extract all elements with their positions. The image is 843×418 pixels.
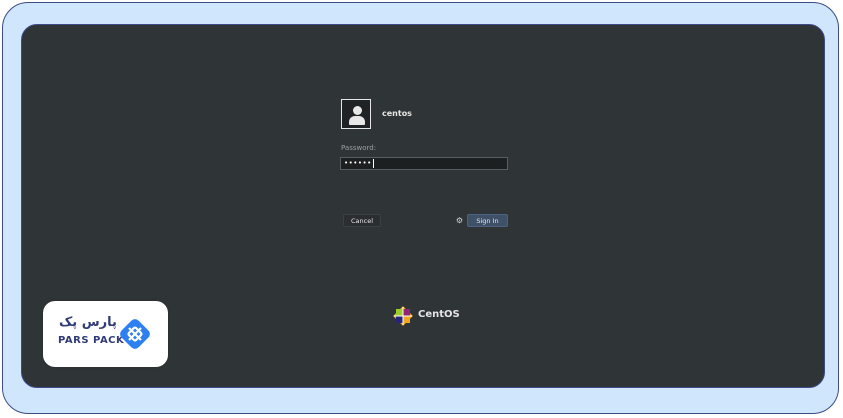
outer-frame: centos Password: •••••• Cancel ⚙ Sign In… [2,2,839,414]
gear-icon[interactable]: ⚙ [455,216,464,225]
centos-wordmark: CentOS [418,309,460,320]
avatar-head [353,106,362,115]
sign-in-button[interactable]: Sign In [467,214,508,227]
password-label: Password: [341,144,377,152]
cancel-button[interactable]: Cancel [343,214,381,227]
text-caret [372,158,374,168]
user-avatar-icon[interactable] [341,99,371,129]
centos-logo-icon [393,306,413,326]
parspack-badge: پارس پک PARS PACK [43,301,168,367]
username-label: centos [382,109,412,118]
parspack-logo-icon [120,319,150,349]
brand-name-en: PARS PACK [58,335,125,346]
avatar-body [349,116,365,125]
brand-name-fa: پارس پک [59,315,117,330]
password-value: •••••• [344,159,372,167]
password-input[interactable]: •••••• [340,157,508,170]
